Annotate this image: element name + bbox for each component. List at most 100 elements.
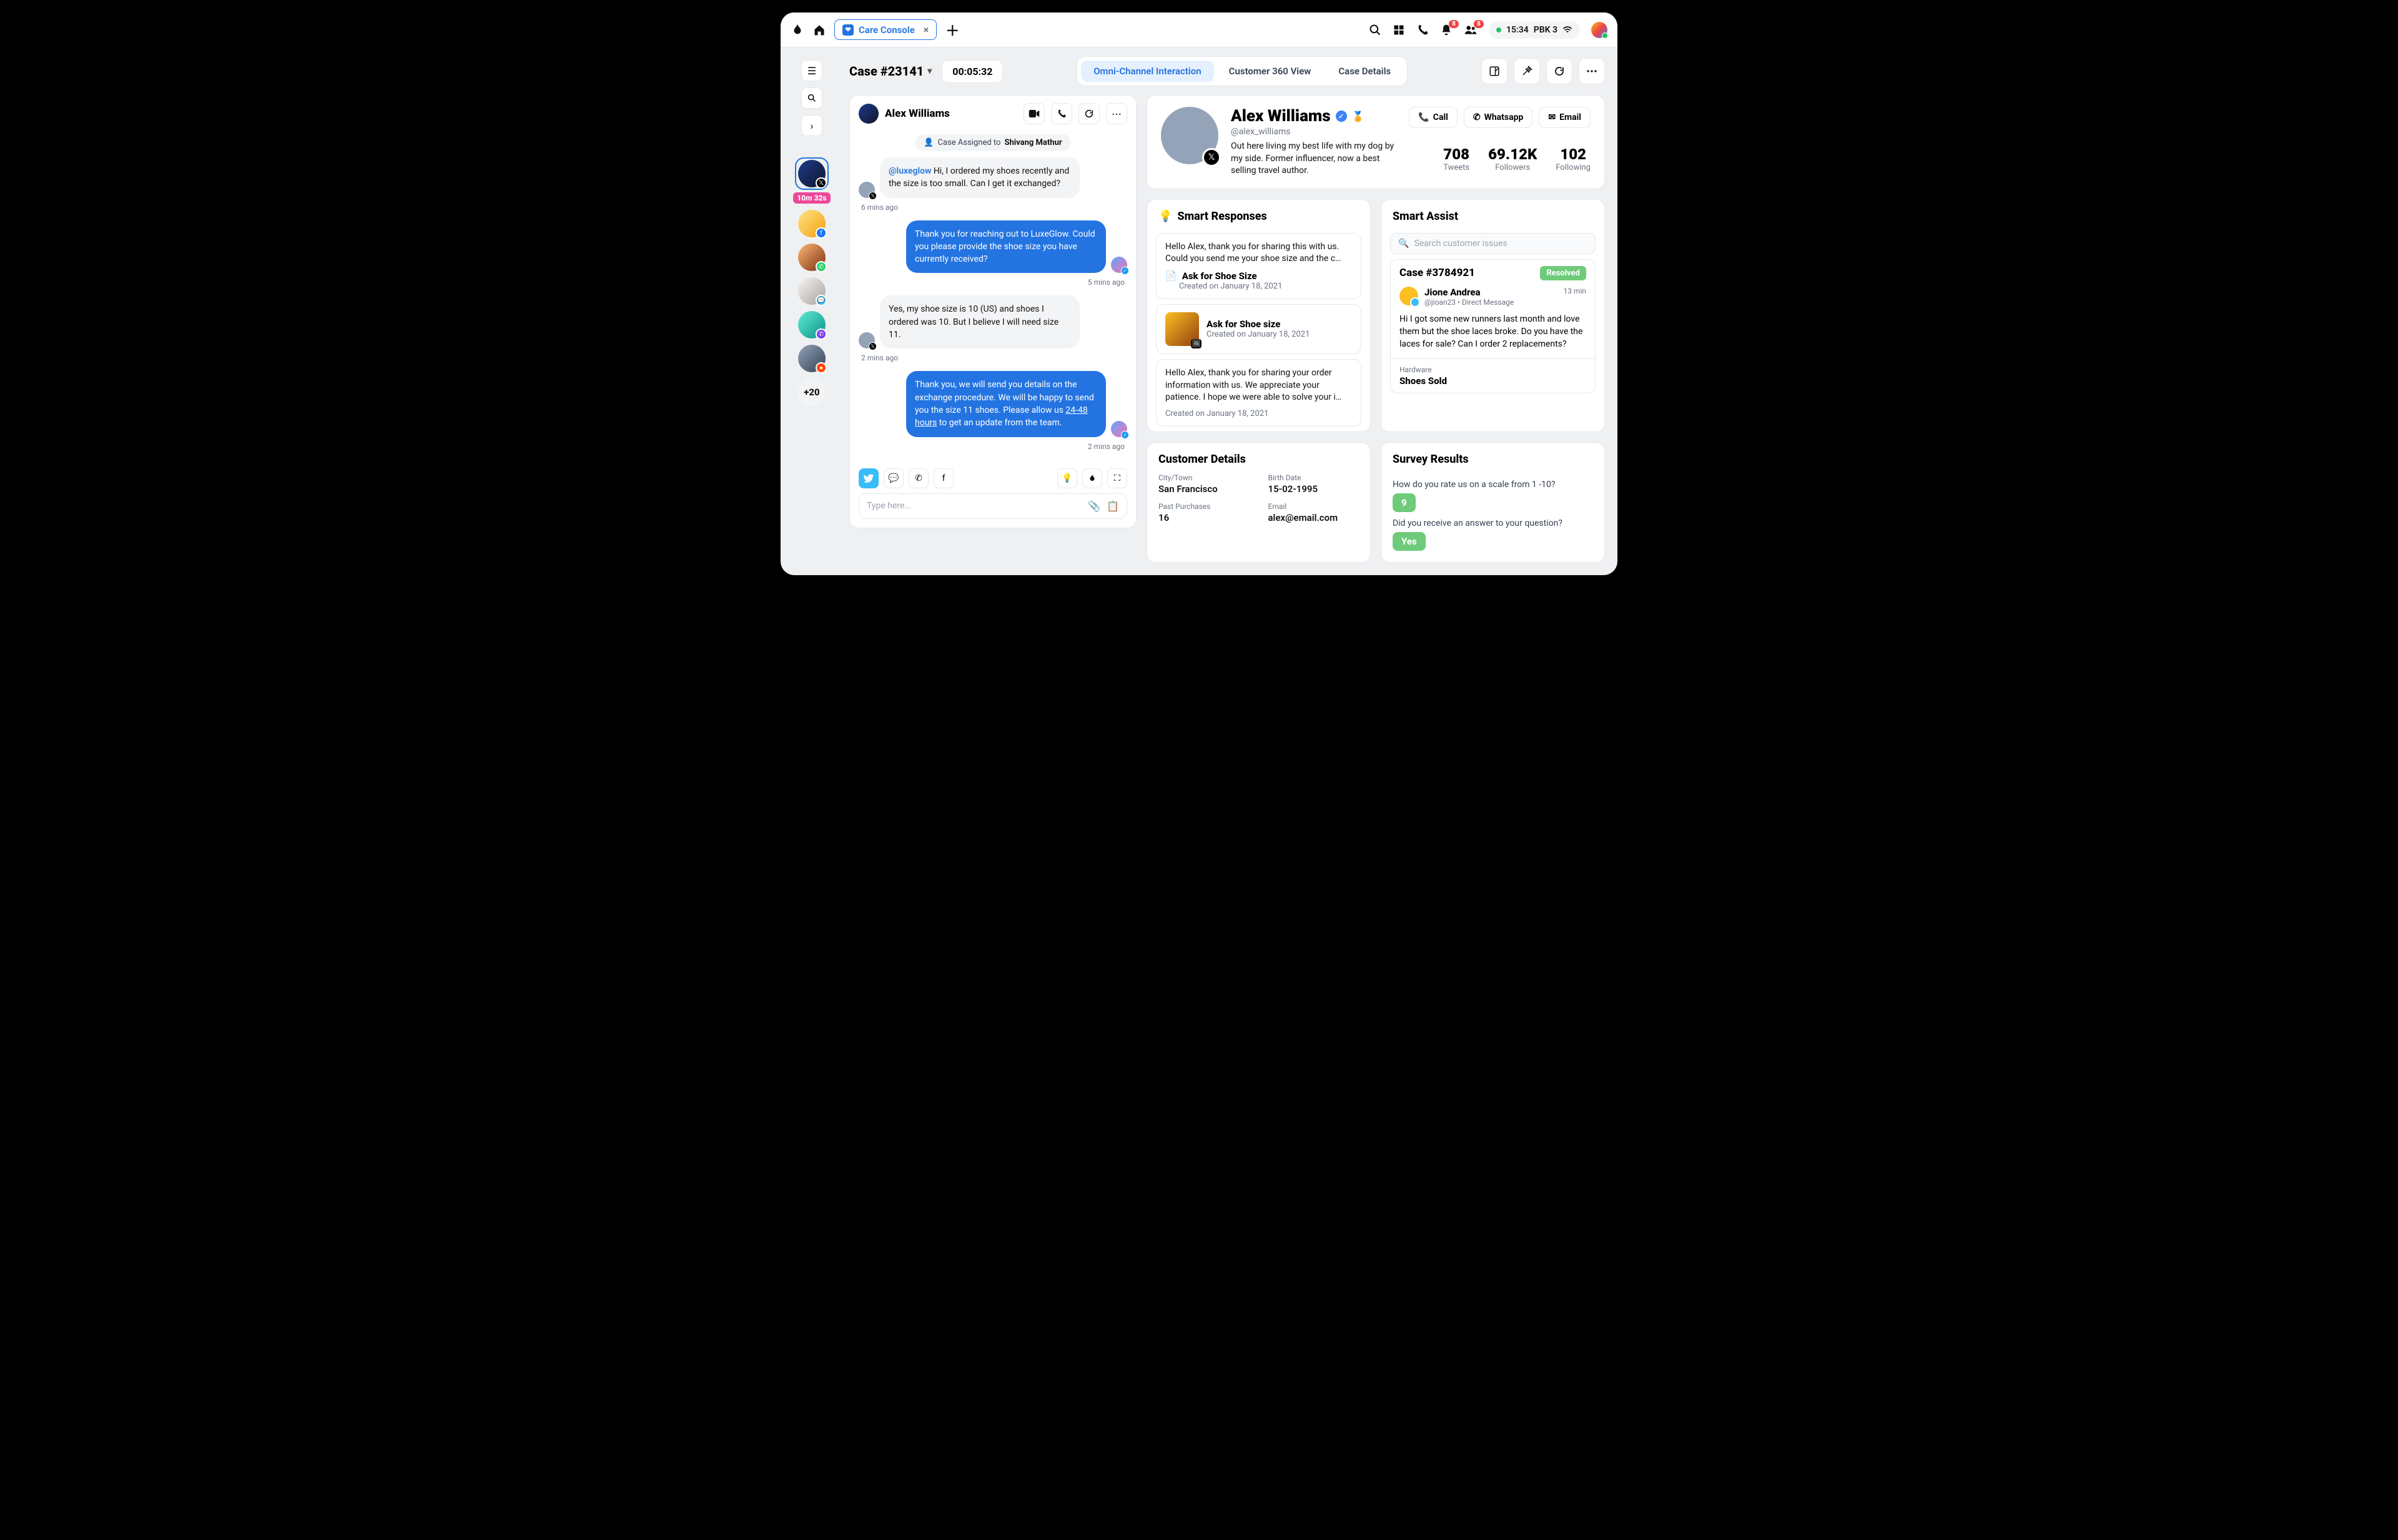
- profile-bio: Out here living my best life with my dog…: [1231, 141, 1396, 177]
- contact-whatsapp[interactable]: ✆Whatsapp: [1464, 107, 1533, 128]
- rail-convo-3[interactable]: ✆: [795, 244, 829, 271]
- people-icon[interactable]: 8: [1464, 24, 1478, 36]
- section-title: Smart Responses: [1177, 210, 1266, 223]
- survey-a2: Yes: [1393, 532, 1426, 551]
- workspace-tab[interactable]: ❤ Care Console ×: [834, 19, 937, 40]
- tab-c360[interactable]: Customer 360 View: [1216, 61, 1324, 82]
- workspace-tab-label: Care Console: [859, 24, 915, 36]
- suggest-button[interactable]: 💡: [1057, 468, 1077, 488]
- section-title: Customer Details: [1158, 453, 1246, 466]
- award-icon: 🏅: [1352, 111, 1364, 122]
- thumbnail: [1165, 312, 1199, 346]
- msg-timestamp: 2 mins ago: [861, 353, 1125, 362]
- add-tab-button[interactable]: ＋: [945, 20, 959, 40]
- chat-more-button[interactable]: ⋯: [1106, 103, 1127, 124]
- app-logo: [791, 23, 804, 37]
- viber-icon: ✆: [816, 328, 827, 340]
- msg-avatar: 𝕏: [859, 182, 875, 198]
- facebook-icon: f: [816, 227, 827, 239]
- msg-timestamp: 5 mins ago: [861, 278, 1125, 287]
- call-button[interactable]: [1051, 103, 1072, 124]
- refresh-button[interactable]: [1546, 58, 1572, 84]
- rail-search-icon[interactable]: [801, 87, 822, 109]
- rail-active-timer: 10m 32s: [793, 192, 830, 204]
- channel-sms[interactable]: 💬: [884, 468, 904, 488]
- compose-area: 💬 ✆ f 💡 ⛶ Type here... 📎 📋: [850, 462, 1136, 528]
- x-icon: 𝕏: [869, 192, 877, 200]
- assist-case[interactable]: Case #3784921 Resolved Jione Andrea @jio…: [1390, 259, 1596, 393]
- user-icon: 👤: [924, 138, 934, 147]
- more-button[interactable]: [1579, 58, 1605, 84]
- assist-time: 13 min: [1563, 287, 1586, 295]
- email-icon: ✉: [1548, 112, 1556, 122]
- phone-icon[interactable]: [1416, 24, 1429, 36]
- close-tab-icon[interactable]: ×: [924, 24, 929, 36]
- rail-expand-icon[interactable]: ›: [801, 115, 822, 136]
- assist-avatar: [1399, 287, 1418, 305]
- status-badge: Resolved: [1540, 266, 1586, 280]
- msg-avatar: ✓: [1111, 421, 1127, 437]
- home-icon[interactable]: [813, 24, 826, 36]
- compose-input[interactable]: Type here... 📎 📋: [859, 493, 1127, 519]
- smart-response-item[interactable]: Ask for Shoe size Created on January 18,…: [1156, 304, 1361, 354]
- left-rail: ☰ › 𝕏 10m 32s f ✆ 💬 ✆ ● +20: [791, 60, 833, 406]
- clock-time: 15:34: [1506, 25, 1529, 35]
- attach-icon[interactable]: 📎: [1088, 500, 1100, 512]
- panel-button[interactable]: [1481, 58, 1507, 84]
- subheader: Case #23141 ▾ 00:05:32 Omni-Channel Inte…: [781, 47, 1617, 95]
- chat-avatar: [859, 104, 879, 124]
- rail-convo-5[interactable]: ✆: [795, 311, 829, 338]
- search-icon[interactable]: [1369, 24, 1381, 36]
- tab-case-details[interactable]: Case Details: [1326, 61, 1403, 82]
- chat-customer-name: Alex Williams: [885, 107, 950, 120]
- magic-button[interactable]: [1514, 58, 1540, 84]
- sprinklr-button[interactable]: [1082, 468, 1102, 488]
- channel-twitter[interactable]: [859, 468, 879, 488]
- stat-followers: 69.12KFollowers: [1488, 146, 1537, 172]
- smart-response-item[interactable]: Hello Alex, thank you for sharing this w…: [1156, 233, 1361, 299]
- channel-whatsapp[interactable]: ✆: [909, 468, 929, 488]
- bell-icon[interactable]: 8: [1440, 24, 1453, 36]
- assist-text: Hi I got some new runners last month and…: [1399, 313, 1586, 351]
- video-button[interactable]: [1024, 103, 1045, 124]
- case-title[interactable]: Case #23141 ▾: [849, 64, 932, 79]
- rail-convo-2[interactable]: f: [795, 210, 829, 237]
- rail-more-count[interactable]: +20: [798, 378, 826, 406]
- x-icon: 𝕏: [1202, 148, 1221, 167]
- view-tabs: Omni-Channel Interaction Customer 360 Vi…: [1077, 56, 1408, 86]
- profile-card: 𝕏 Alex Williams ✓ 🏅 @alex_williams Out h…: [1147, 95, 1605, 189]
- twitter-icon: ✓: [1121, 267, 1129, 275]
- refresh-chat-button[interactable]: [1078, 103, 1100, 124]
- smart-assist-card: Smart Assist 🔍 Search customer issues Ca…: [1381, 199, 1605, 432]
- assist-case-id: Case #3784921: [1399, 267, 1475, 279]
- reddit-icon: ●: [816, 362, 827, 373]
- contact-call[interactable]: 📞Call: [1409, 107, 1458, 128]
- assist-user-name: Jione Andrea: [1424, 287, 1514, 298]
- assist-hardware: Hardware Shoes Sold: [1391, 358, 1595, 393]
- cd-field: City/TownSan Francisco: [1158, 473, 1250, 495]
- user-avatar[interactable]: [1591, 22, 1607, 38]
- wifi-icon: [1562, 26, 1572, 34]
- chevron-down-icon[interactable]: ▾: [927, 66, 932, 76]
- rail-menu-icon[interactable]: ☰: [801, 60, 822, 81]
- chat-panel: Alex Williams ⋯ 👤 Case Assigned to Shiva…: [849, 95, 1137, 528]
- tab-omni[interactable]: Omni-Channel Interaction: [1081, 61, 1213, 82]
- cd-field: Past Purchases16: [1158, 502, 1250, 523]
- rail-convo-6[interactable]: ●: [795, 345, 829, 372]
- status-pill[interactable]: 15:34 PBK 3: [1489, 21, 1580, 39]
- contact-email[interactable]: ✉Email: [1539, 107, 1591, 128]
- channel-facebook[interactable]: f: [934, 468, 954, 488]
- smart-responses-card: 💡 Smart Responses Hello Alex, thank you f…: [1147, 199, 1371, 432]
- survey-q1: How do you rate us on a scale from 1 -10…: [1393, 480, 1593, 490]
- stat-tweets: 708Tweets: [1443, 146, 1469, 172]
- expand-button[interactable]: ⛶: [1107, 468, 1127, 488]
- smart-assist-search[interactable]: 🔍 Search customer issues: [1390, 233, 1596, 254]
- bulb-icon: 💡: [1158, 210, 1172, 223]
- smart-response-item[interactable]: Hello Alex, thank you for sharing your o…: [1156, 359, 1361, 427]
- apps-icon[interactable]: [1393, 24, 1405, 36]
- msg-avatar: 𝕏: [859, 332, 875, 348]
- template-icon[interactable]: 📋: [1107, 500, 1119, 512]
- rail-convo-1[interactable]: 𝕏: [795, 157, 829, 190]
- rail-convo-4[interactable]: 💬: [795, 277, 829, 305]
- twitter-icon: ✓: [1121, 431, 1129, 439]
